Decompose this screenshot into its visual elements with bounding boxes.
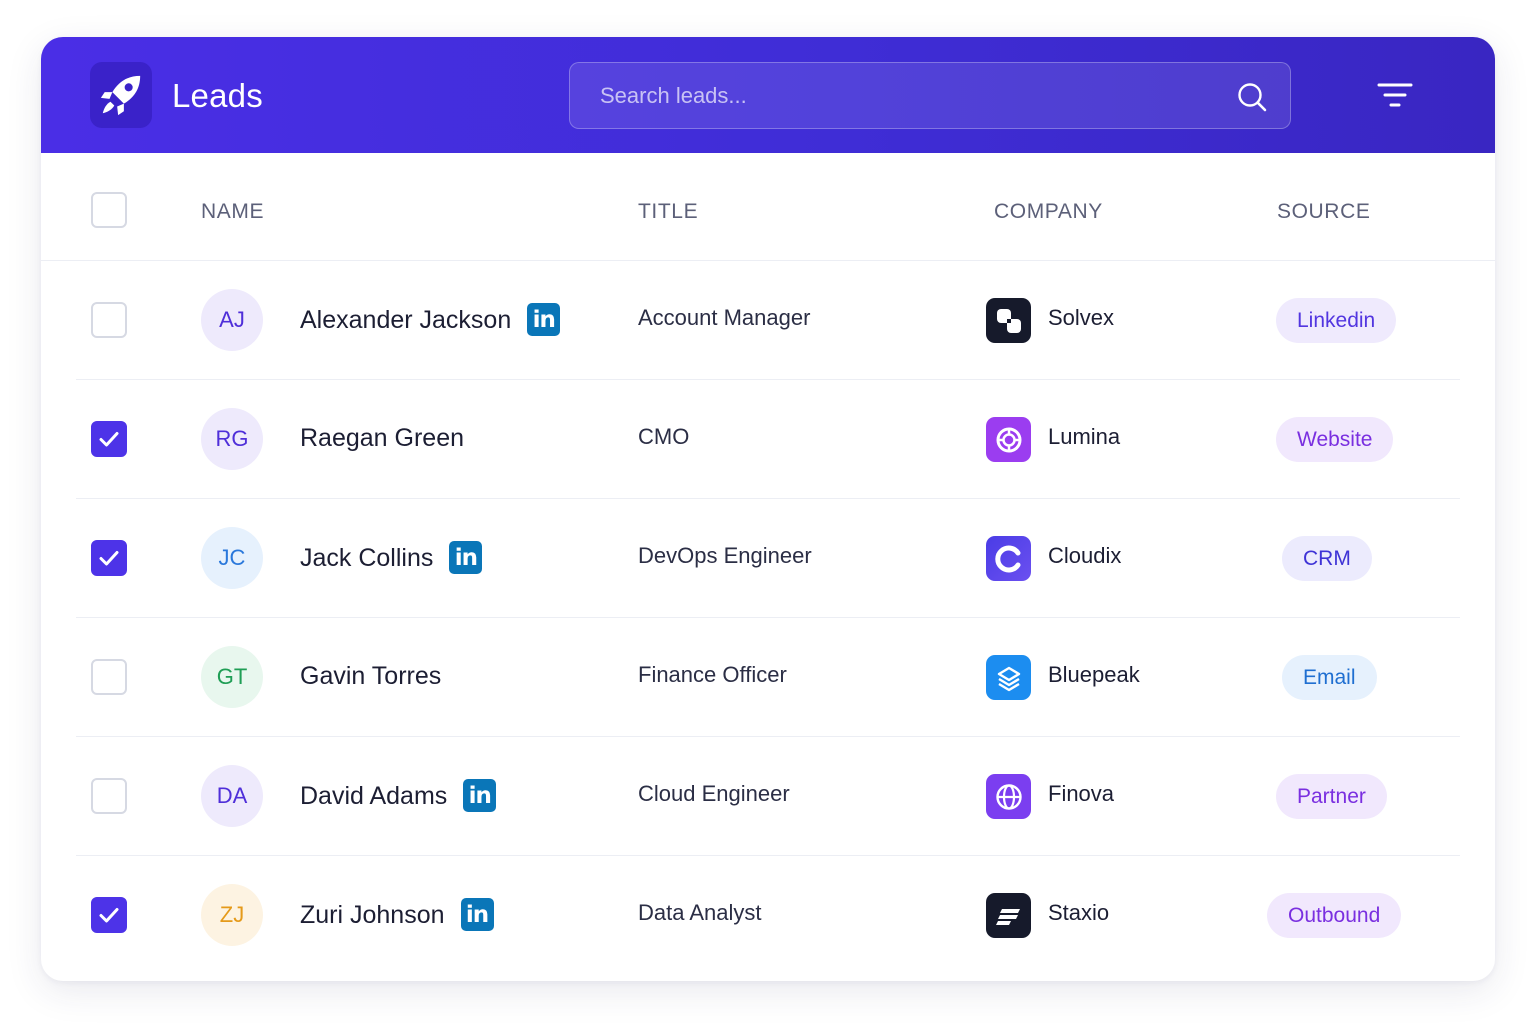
linkedin-icon[interactable]: in [460,898,494,931]
solvex-logo-icon [986,298,1031,343]
table-row[interactable]: JC Jack Collins in DevOps Engineer Cloud… [41,499,1495,618]
lead-title: Account Manager [638,305,811,330]
avatar: ZJ [201,884,263,946]
linkedin-icon[interactable]: in [449,541,483,574]
company-name: Bluepeak [1048,662,1140,687]
staxio-logo-icon [986,893,1031,938]
avatar: RG [201,408,263,470]
search-box [569,62,1291,129]
table-row[interactable]: RG Raegan Green CMO Lumina Website [41,380,1495,499]
company-name: Lumina [1048,424,1121,449]
row-checkbox[interactable] [91,897,127,933]
company-name: Solvex [1048,305,1115,330]
table-row[interactable]: GT Gavin Torres Finance Officer Bluepeak… [41,618,1495,737]
row-checkbox[interactable] [91,659,127,695]
source-badge: Partner [1276,774,1387,819]
lumina-logo-icon [986,417,1031,462]
company-name: Staxio [1048,900,1110,925]
page-title: Leads [172,77,263,114]
bluepeak-logo-icon [986,655,1031,700]
lead-name[interactable]: David Adams [300,780,447,812]
search-input[interactable] [570,63,1210,128]
avatar: GT [201,646,263,708]
table-header: NAME TITLE COMPANY SOURCE [41,153,1495,261]
filter-icon[interactable] [1377,79,1413,111]
row-checkbox[interactable] [91,540,127,576]
table-row[interactable]: AJ Alexander Jackson in Account Manager … [41,261,1495,380]
checkmark-icon [99,908,119,923]
lead-title: DevOps Engineer [638,543,812,568]
app-logo[interactable] [90,62,152,128]
source-badge: Linkedin [1276,298,1397,343]
table-row[interactable]: DA David Adams in Cloud Engineer Finova … [41,737,1495,856]
cloudix-logo-icon [986,536,1031,581]
company-name: Cloudix [1048,543,1122,568]
source-badge: Website [1276,417,1394,462]
source-badge: Email [1282,655,1377,700]
name-cell: Zuri Johnson in [300,898,494,931]
lead-title: Finance Officer [638,662,787,687]
name-cell: Raegan Green [300,422,464,454]
name-cell: David Adams in [300,779,497,812]
name-cell: Gavin Torres [300,660,441,692]
finova-logo-icon [986,774,1031,819]
company-name: Finova [1048,781,1115,806]
avatar: AJ [201,289,263,351]
row-checkbox[interactable] [91,302,127,338]
header-bar: Leads [41,37,1495,153]
source-badge: Outbound [1267,893,1402,938]
linkedin-icon[interactable]: in [463,779,497,812]
table-row[interactable]: ZJ Zuri Johnson in Data Analyst Staxio O… [41,856,1495,975]
select-all-checkbox[interactable] [91,192,127,228]
row-checkbox[interactable] [91,421,127,457]
column-header-source[interactable]: SOURCE [1277,200,1370,224]
lead-name[interactable]: Raegan Green [300,422,464,454]
lead-title: CMO [638,424,690,449]
lead-name[interactable]: Alexander Jackson [300,304,511,336]
lead-name[interactable]: Gavin Torres [300,660,441,692]
lead-title: Data Analyst [638,900,762,925]
lead-title: Cloud Engineer [638,781,790,806]
checkmark-icon [99,551,119,566]
column-header-name[interactable]: NAME [201,200,264,224]
column-header-title[interactable]: TITLE [638,200,698,224]
column-header-company[interactable]: COMPANY [994,200,1103,224]
search-icon[interactable] [1236,81,1268,113]
rocket-icon [100,75,141,116]
avatar: JC [201,527,263,589]
linkedin-icon[interactable]: in [527,303,561,336]
lead-name[interactable]: Jack Collins [300,542,433,574]
leads-card: Leads NAME TITLE COMPANY SOURCE AJ Alexa… [41,37,1495,981]
checkmark-icon [99,432,119,447]
avatar: DA [201,765,263,827]
name-cell: Jack Collins in [300,541,483,574]
lead-name[interactable]: Zuri Johnson [300,899,445,931]
row-checkbox[interactable] [91,778,127,814]
name-cell: Alexander Jackson in [300,303,561,336]
source-badge: CRM [1282,536,1372,581]
